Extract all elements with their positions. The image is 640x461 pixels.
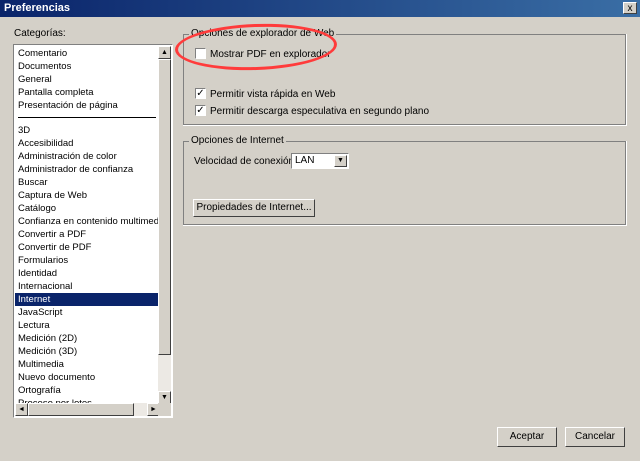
connection-speed-label: Velocidad de conexión: [194, 156, 297, 167]
category-item[interactable]: JavaScript [15, 306, 160, 319]
category-item[interactable]: Confianza en contenido multimedia [15, 215, 160, 228]
category-item[interactable]: Documentos [15, 60, 160, 73]
category-item[interactable]: Accesibilidad [15, 137, 160, 150]
list-separator [18, 117, 156, 118]
category-item[interactable]: Internet [15, 293, 160, 306]
cancel-button[interactable]: Cancelar [565, 427, 625, 447]
scroll-up-button[interactable]: ▲ [158, 46, 171, 59]
category-item[interactable]: Convertir a PDF [15, 228, 160, 241]
connection-speed-value: LAN [295, 155, 315, 166]
categories-label: Categorías: [14, 28, 66, 39]
scroll-corner [158, 403, 171, 416]
connection-speed-select[interactable]: LAN ▼ [291, 153, 349, 169]
checkmark-icon[interactable]: ✓ [195, 105, 206, 116]
category-item[interactable]: Multimedia [15, 358, 160, 371]
category-item[interactable]: Catálogo [15, 202, 160, 215]
arrow-left-icon: ◄ [18, 406, 25, 413]
categories-listbox[interactable]: Comentario Documentos General Pantalla comp… [13, 44, 173, 418]
category-item[interactable]: Administrador de confianza [15, 163, 160, 176]
internet-options-group: Opciones de Internet Velocidad de conexi… [183, 135, 627, 226]
category-item[interactable]: Administración de color [15, 150, 160, 163]
categories-list[interactable]: Comentario Documentos General Pantalla comp… [15, 46, 160, 404]
category-item[interactable]: Convertir de PDF [15, 241, 160, 254]
speculative-download-label: Permitir descarga especulativa en segund… [210, 106, 430, 117]
category-item[interactable]: Medición (3D) [15, 345, 160, 358]
category-item[interactable]: Comentario [15, 47, 160, 60]
scroll-thumb[interactable] [158, 59, 171, 355]
category-item[interactable]: Presentación de página [15, 99, 160, 112]
category-item[interactable]: Lectura [15, 319, 160, 332]
category-item[interactable]: Identidad [15, 267, 160, 280]
category-item[interactable]: Internacional [15, 280, 160, 293]
category-item[interactable]: General [15, 73, 160, 86]
category-item[interactable]: Buscar [15, 176, 160, 189]
checkmark-icon[interactable]: ✓ [195, 88, 206, 99]
category-item[interactable]: Pantalla completa [15, 86, 160, 99]
internet-options-title: Opciones de Internet [189, 135, 286, 147]
category-item[interactable]: Captura de Web [15, 189, 160, 202]
category-item[interactable]: Nuevo documento [15, 371, 160, 384]
scroll-left-button[interactable]: ◄ [15, 403, 28, 416]
close-icon: x [627, 3, 633, 14]
title-bar: Preferencias x [0, 0, 640, 17]
arrow-down-icon: ▼ [161, 394, 168, 401]
category-item[interactable]: 3D [15, 124, 160, 137]
category-item[interactable]: Ortografía [15, 384, 160, 397]
fast-web-view-label: Permitir vista rápida en Web [210, 89, 336, 100]
accept-button[interactable]: Aceptar [497, 427, 557, 447]
hscroll-thumb[interactable] [28, 403, 134, 416]
chevron-down-icon[interactable]: ▼ [334, 155, 347, 167]
category-item[interactable]: Medición (2D) [15, 332, 160, 345]
arrow-up-icon: ▲ [161, 49, 168, 56]
internet-properties-button[interactable]: Propiedades de Internet... [193, 199, 315, 217]
category-item[interactable]: Formularios [15, 254, 160, 267]
horizontal-scrollbar[interactable]: ◄ ► [15, 403, 160, 416]
arrow-right-icon: ► [150, 406, 157, 413]
close-button[interactable]: x [623, 2, 637, 14]
vertical-scrollbar[interactable]: ▲ ▼ [158, 46, 171, 404]
window-title: Preferencias [4, 2, 71, 14]
